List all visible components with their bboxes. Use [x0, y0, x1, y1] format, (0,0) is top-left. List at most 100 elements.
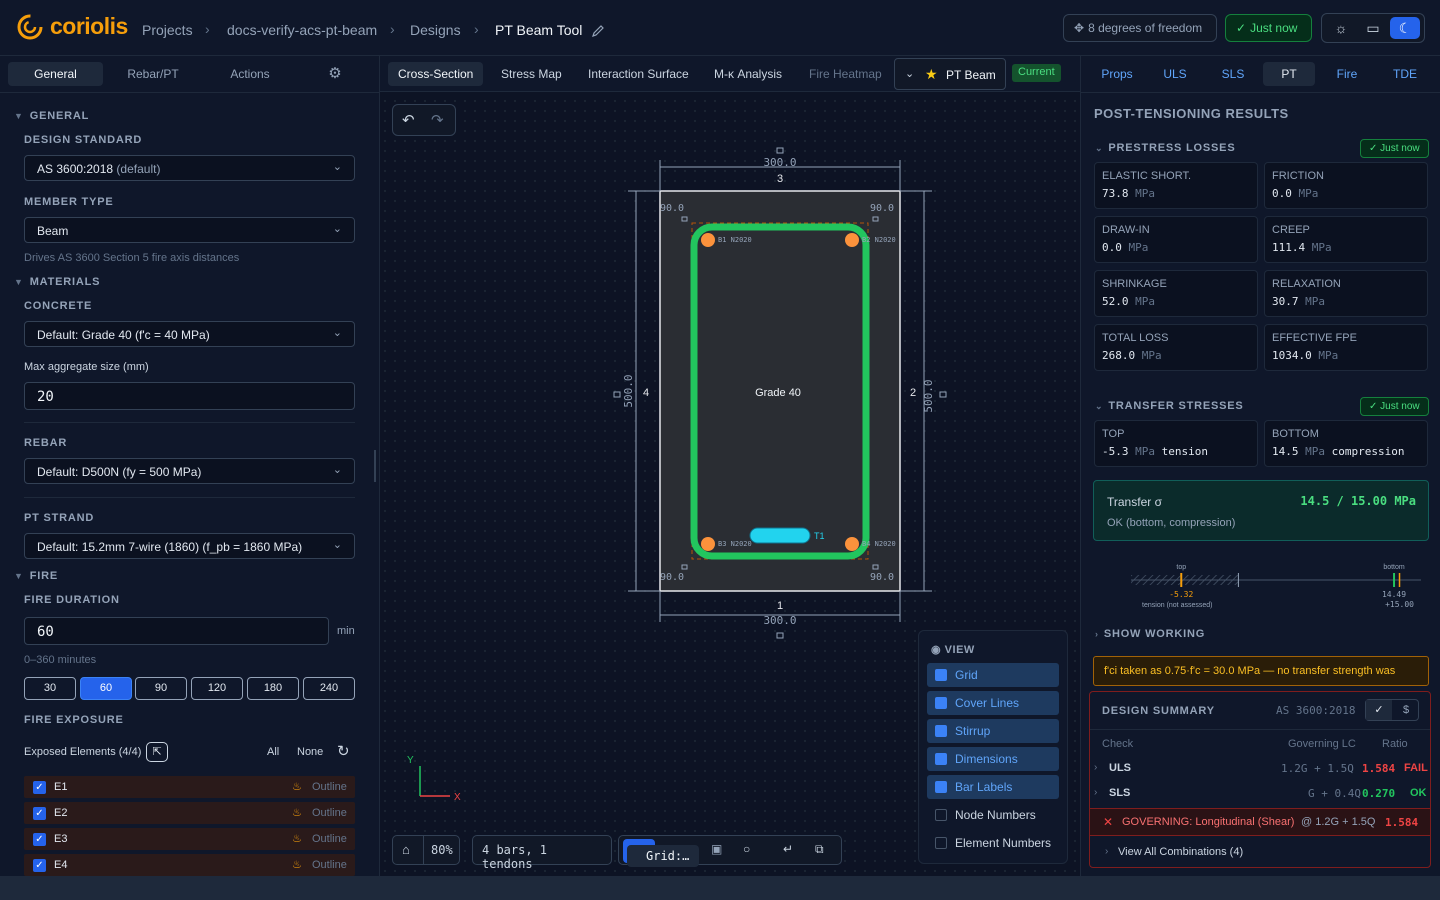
concrete-select[interactable]: Default: Grade 40 (f'c = 40 MPa) ⌄ [24, 321, 355, 347]
chevron-down-icon: ⌄ [332, 464, 342, 476]
loss-card: EFFECTIVE FPE 1034.0 MPa [1264, 324, 1428, 371]
close-icon: ✕ [1103, 815, 1114, 829]
list-item[interactable]: ✓ E3 ♨ Outline [24, 828, 355, 850]
rebar-b4[interactable] [845, 537, 859, 551]
view-option-grid[interactable]: Grid [927, 663, 1059, 687]
tab-general[interactable]: General [8, 62, 103, 86]
aggregate-input[interactable]: 20 [24, 382, 355, 410]
view-all-combinations-link[interactable]: › View All Combinations (4) [1090, 840, 1430, 864]
fire-preset-240[interactable]: 240 [303, 677, 355, 700]
pointer-select-icon[interactable]: ⇱ [146, 742, 168, 762]
fit-view-icon[interactable]: ⧉ [815, 842, 824, 857]
select-none-button[interactable]: None [297, 746, 323, 758]
app-name[interactable]: coriolis [50, 13, 128, 40]
monitor-icon[interactable]: ▭ [1358, 17, 1388, 39]
return-icon[interactable]: ↵ [783, 842, 793, 856]
table-row[interactable]: › SLS G + 0.4Q 0.270 OK [1090, 781, 1430, 805]
zoom-level[interactable]: 80% [431, 843, 453, 857]
move-icon: ✥ [1074, 21, 1085, 35]
section-transfer-stresses[interactable]: ⌄ TRANSFER STRESSES [1095, 400, 1244, 412]
view-option-dimensions[interactable]: Dimensions [927, 747, 1059, 771]
fire-preset-120[interactable]: 120 [191, 677, 243, 700]
governing-row[interactable]: ✕ GOVERNING: Longitudinal (Shear) @ 1.2G… [1090, 808, 1430, 836]
tab-rebar-pt[interactable]: Rebar/PT [110, 62, 196, 86]
circle-tool-icon[interactable]: ○ [743, 842, 750, 856]
rectangle-tool-icon[interactable]: ▣ [711, 842, 722, 856]
cover-dimension: 90.0 [870, 572, 894, 583]
checkbox[interactable] [935, 697, 947, 709]
checkbox[interactable] [935, 725, 947, 737]
reset-icon[interactable]: ↻ [337, 742, 350, 760]
home-icon[interactable]: ⌂ [402, 842, 410, 857]
checkbox[interactable] [935, 669, 947, 681]
summary-title: DESIGN SUMMARY [1102, 705, 1215, 717]
rebar-b2[interactable] [845, 233, 859, 247]
checkbox[interactable] [935, 809, 947, 821]
fire-preset-30[interactable]: 30 [24, 677, 76, 700]
checkbox[interactable] [935, 837, 947, 849]
section-fire[interactable]: ▼ FIRE [14, 570, 58, 582]
gauge-top-value: -5.32 [1169, 590, 1193, 599]
theme-switcher: ☼ ▭ ☾ [1321, 13, 1425, 43]
degrees-of-freedom-badge[interactable]: ✥ 8 degrees of freedom [1063, 14, 1217, 42]
sun-icon[interactable]: ☼ [1326, 17, 1356, 39]
view-option-element-numbers[interactable]: Element Numbers [927, 831, 1059, 855]
section-materials[interactable]: ▼ MATERIALS [14, 276, 100, 288]
loss-card: TOTAL LOSS 268.0 MPa [1094, 324, 1258, 371]
tab-props[interactable]: Props [1091, 62, 1143, 86]
moon-icon[interactable]: ☾ [1390, 17, 1420, 39]
tab-sls[interactable]: SLS [1207, 62, 1259, 86]
select-all-button[interactable]: All [267, 746, 279, 758]
list-item[interactable]: ✓ E4 ♨ Outline [24, 854, 355, 876]
fire-preset-180[interactable]: 180 [247, 677, 299, 700]
rebar-label: REBAR [24, 437, 68, 449]
width-dimension-bottom: 300.0 [763, 614, 796, 627]
save-status-badge[interactable]: ✓ Just now [1225, 14, 1312, 42]
list-item[interactable]: ✓ E2 ♨ Outline [24, 802, 355, 824]
breadcrumb-designs[interactable]: Designs [410, 22, 461, 38]
tab-tde[interactable]: TDE [1379, 62, 1431, 86]
exposed-elements-count: Exposed Elements (4/4) [24, 746, 142, 758]
summary-standard: AS 3600:2018 [1276, 704, 1356, 717]
view-option-bar-labels[interactable]: Bar Labels [927, 775, 1059, 799]
bar-label: B2 N2020 [862, 236, 896, 244]
checkbox[interactable]: ✓ [33, 833, 46, 846]
show-working-toggle[interactable]: › SHOW WORKING [1095, 628, 1205, 640]
member-type-select[interactable]: Beam ⌄ [24, 217, 355, 243]
checkbox[interactable]: ✓ [33, 781, 46, 794]
edit-pencil-icon[interactable] [591, 24, 605, 38]
dollar-icon[interactable]: $ [1393, 700, 1419, 720]
checkbox[interactable]: ✓ [33, 859, 46, 872]
pt-strand-select[interactable]: Default: 15.2mm 7-wire (1860) (f_pb = 18… [24, 533, 355, 559]
view-option-cover-lines[interactable]: Cover Lines [927, 691, 1059, 715]
tendon-t1[interactable] [749, 527, 811, 544]
checkbox[interactable]: ✓ [33, 807, 46, 820]
fire-preset-90[interactable]: 90 [135, 677, 187, 700]
fire-preset-60[interactable]: 60 [80, 677, 132, 700]
check-icon[interactable]: ✓ [1366, 700, 1392, 720]
tab-uls[interactable]: ULS [1149, 62, 1201, 86]
tab-actions[interactable]: Actions [205, 62, 295, 86]
list-item[interactable]: ✓ E1 ♨ Outline [24, 776, 355, 798]
breadcrumb-project[interactable]: docs-verify-acs-pt-beam [227, 22, 377, 38]
rebar-b3[interactable] [701, 537, 715, 551]
breadcrumb-projects[interactable]: Projects [142, 22, 193, 38]
design-standard-select[interactable]: AS 3600:2018 (default) ⌄ [24, 155, 355, 181]
view-option-node-numbers[interactable]: Node Numbers [927, 803, 1059, 827]
section-prestress-losses[interactable]: ⌄ PRESTRESS LOSSES [1095, 142, 1235, 154]
resize-handle[interactable] [374, 450, 376, 482]
rebar-select[interactable]: Default: D500N (fy = 500 MPa) ⌄ [24, 458, 355, 484]
eye-icon: ◉ [931, 644, 942, 656]
grid-snap-select[interactable]: Grid:… [627, 845, 699, 867]
fire-duration-input[interactable]: 60 [24, 617, 329, 645]
checkbox[interactable] [935, 753, 947, 765]
checkbox[interactable] [935, 781, 947, 793]
table-row[interactable]: › ULS 1.2G + 1.5Q 1.584 FAIL [1090, 756, 1430, 780]
tab-fire[interactable]: Fire [1321, 62, 1373, 86]
section-general[interactable]: ▼ GENERAL [14, 110, 89, 122]
rebar-b1[interactable] [701, 233, 715, 247]
tab-pt[interactable]: PT [1263, 62, 1315, 86]
coriolis-logo-icon[interactable] [16, 13, 44, 41]
gear-icon[interactable]: ⚙ [320, 62, 350, 86]
view-option-stirrup[interactable]: Stirrup [927, 719, 1059, 743]
